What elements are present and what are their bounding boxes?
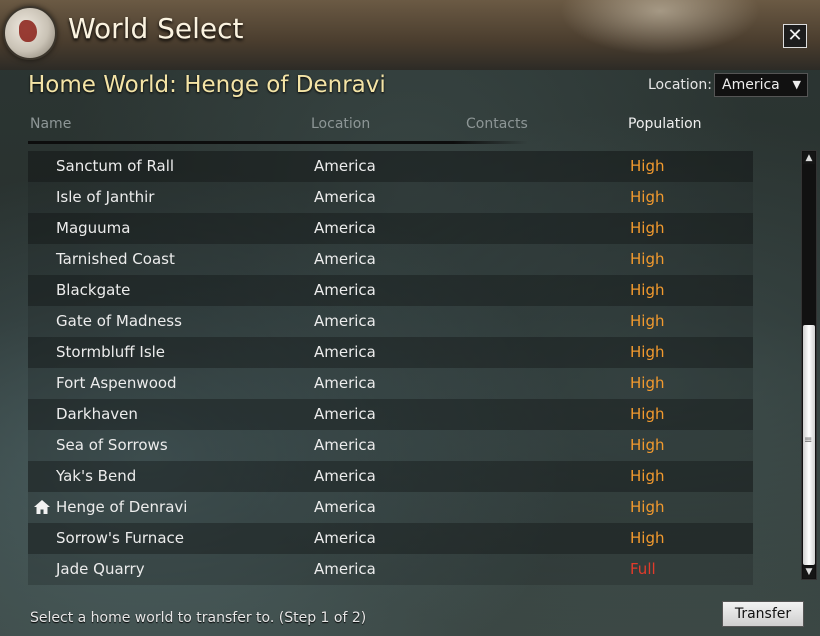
window-title: World Select bbox=[68, 12, 244, 45]
world-location: America bbox=[314, 281, 376, 299]
world-population: High bbox=[630, 467, 665, 485]
world-population: High bbox=[630, 219, 665, 237]
world-location: America bbox=[314, 405, 376, 423]
world-population: High bbox=[630, 188, 665, 206]
world-name: Maguuma bbox=[56, 219, 131, 237]
world-name: Darkhaven bbox=[56, 405, 138, 423]
scroll-up-arrow-icon[interactable]: ▲ bbox=[803, 152, 815, 164]
world-location: America bbox=[314, 312, 376, 330]
world-row[interactable]: Fort Aspenwood America High bbox=[28, 368, 753, 399]
location-filter-select[interactable]: America ▼ bbox=[714, 73, 808, 97]
column-header-contacts[interactable]: Contacts bbox=[466, 116, 528, 132]
world-name: Gate of Madness bbox=[56, 312, 182, 330]
home-icon bbox=[34, 500, 50, 514]
chevron-down-icon: ▼ bbox=[792, 78, 801, 91]
world-row[interactable]: Sorrow's Furnace America High bbox=[28, 523, 753, 554]
scroll-down-arrow-icon[interactable]: ▼ bbox=[803, 566, 815, 578]
world-location: America bbox=[314, 219, 376, 237]
world-name: Sanctum of Rall bbox=[56, 157, 175, 175]
world-list-scrollbar[interactable]: ▲ ▼ bbox=[801, 150, 817, 580]
world-population: Full bbox=[630, 560, 656, 578]
world-name: Yak's Bend bbox=[56, 467, 137, 485]
world-name: Sea of Sorrows bbox=[56, 436, 168, 454]
world-name: Tarnished Coast bbox=[56, 250, 175, 268]
world-row[interactable]: Henge of Denravi America High bbox=[28, 492, 753, 523]
world-row[interactable]: Darkhaven America High bbox=[28, 399, 753, 430]
world-row[interactable]: Maguuma America High bbox=[28, 213, 753, 244]
world-population: High bbox=[630, 343, 665, 361]
header-divider bbox=[28, 141, 528, 144]
world-row[interactable]: Stormbluff Isle America High bbox=[28, 337, 753, 368]
status-message: Select a home world to transfer to. (Ste… bbox=[30, 610, 367, 626]
world-population: High bbox=[630, 498, 665, 516]
world-population: High bbox=[630, 529, 665, 547]
column-header-location[interactable]: Location bbox=[311, 116, 370, 132]
column-header-name[interactable]: Name bbox=[30, 116, 71, 132]
world-name: Fort Aspenwood bbox=[56, 374, 177, 392]
transfer-button[interactable]: Transfer bbox=[722, 601, 804, 627]
world-name: Isle of Janthir bbox=[56, 188, 155, 206]
scrollbar-thumb[interactable] bbox=[803, 325, 815, 565]
world-name: Stormbluff Isle bbox=[56, 343, 166, 361]
world-row[interactable]: Yak's Bend America High bbox=[28, 461, 753, 492]
world-list: Sanctum of Rall America High Isle of Janthi… bbox=[28, 151, 753, 585]
world-population: High bbox=[630, 405, 665, 423]
world-location: America bbox=[314, 343, 376, 361]
world-row[interactable]: Blackgate America High bbox=[28, 275, 753, 306]
world-location: America bbox=[314, 560, 376, 578]
world-population: High bbox=[630, 374, 665, 392]
world-table-header: Name Location Contacts Population bbox=[0, 108, 800, 142]
world-name: Sorrow's Furnace bbox=[56, 529, 184, 547]
home-world-label: Home World: Henge of Denravi bbox=[28, 72, 386, 98]
close-button[interactable]: ✕ bbox=[783, 24, 807, 48]
game-logo-icon bbox=[3, 6, 57, 60]
world-row[interactable]: Sea of Sorrows America High bbox=[28, 430, 753, 461]
world-location: America bbox=[314, 467, 376, 485]
location-filter-label: Location: bbox=[648, 77, 712, 93]
world-location: America bbox=[314, 157, 376, 175]
world-location: America bbox=[314, 498, 376, 516]
world-name: Henge of Denravi bbox=[56, 498, 188, 516]
world-select-window: World Select ✕ Home World: Henge of Denr… bbox=[0, 0, 820, 636]
location-filter-value: America bbox=[722, 77, 780, 93]
world-location: America bbox=[314, 250, 376, 268]
world-population: High bbox=[630, 281, 665, 299]
world-row[interactable]: Tarnished Coast America High bbox=[28, 244, 753, 275]
world-row[interactable]: Sanctum of Rall America High bbox=[28, 151, 753, 182]
world-row[interactable]: Gate of Madness America High bbox=[28, 306, 753, 337]
world-row[interactable]: Isle of Janthir America High bbox=[28, 182, 753, 213]
world-row[interactable]: Jade Quarry America Full bbox=[28, 554, 753, 585]
world-location: America bbox=[314, 436, 376, 454]
world-population: High bbox=[630, 436, 665, 454]
world-location: America bbox=[314, 529, 376, 547]
world-population: High bbox=[630, 157, 665, 175]
world-location: America bbox=[314, 374, 376, 392]
column-header-population[interactable]: Population bbox=[628, 116, 702, 132]
world-population: High bbox=[630, 312, 665, 330]
world-location: America bbox=[314, 188, 376, 206]
world-name: Blackgate bbox=[56, 281, 131, 299]
world-name: Jade Quarry bbox=[56, 560, 145, 578]
world-population: High bbox=[630, 250, 665, 268]
